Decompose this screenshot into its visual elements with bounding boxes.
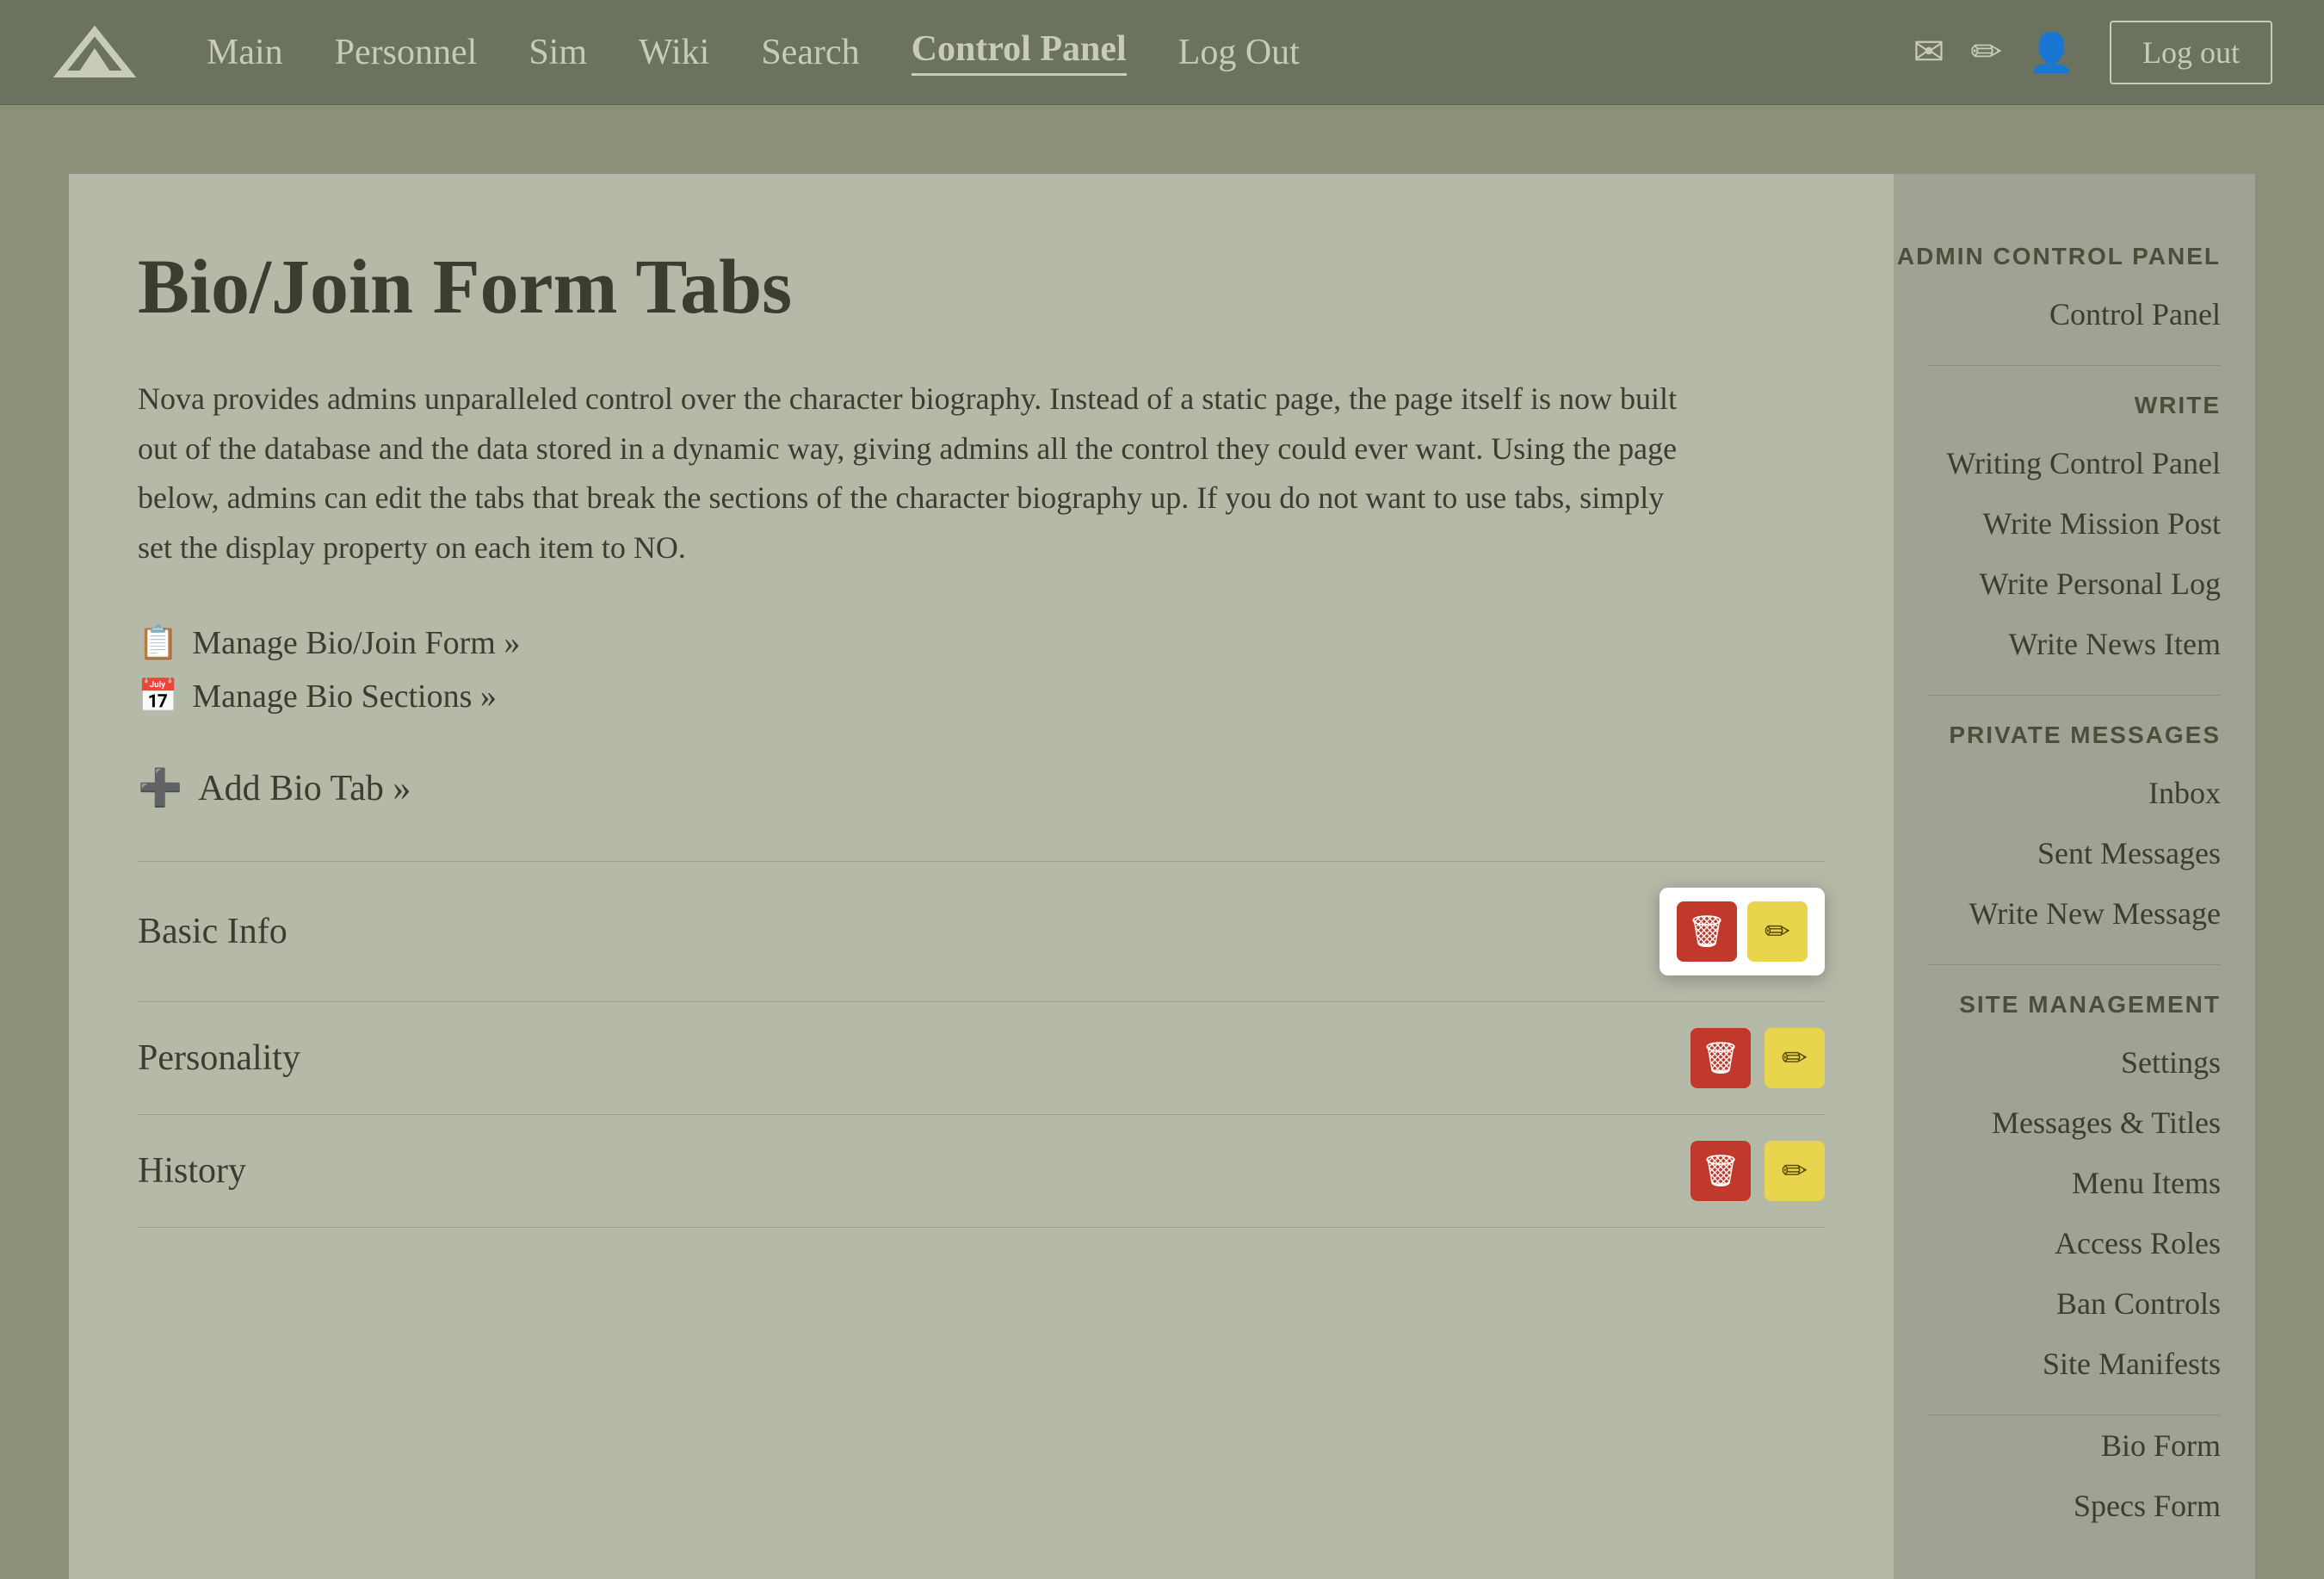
nav-logout[interactable]: Log Out [1178,32,1300,73]
nav-control-panel[interactable]: Control Panel [912,28,1127,76]
edit-button[interactable]: ✏ [1765,1141,1825,1201]
pencil-icon[interactable]: ✏ [1970,30,2002,74]
table-row: Personality 🗑 ✏ [138,1002,1825,1115]
page-description: Nova provides admins unparalleled contro… [138,375,1687,573]
main-nav: Main Personnel Sim Wiki Search Control P… [0,0,2324,105]
nav-wiki[interactable]: Wiki [639,32,709,73]
bio-sections-icon: 📅 [138,678,178,715]
sidebar-write-section-title: WRITE [1894,366,2255,433]
sidebar-item-write-new-message[interactable]: Write New Message [1894,883,2255,944]
sidebar-item-write-personal-log[interactable]: Write Personal Log [1894,554,2255,614]
table-row: History 🗑 ✏ [138,1115,1825,1228]
bio-form-icon: 📋 [138,624,178,662]
action-popup: 🗑 ✏ [1660,888,1825,975]
logout-button[interactable]: Log out [2110,21,2272,84]
sidebar-item-sent-messages[interactable]: Sent Messages [1894,823,2255,883]
nav-sim[interactable]: Sim [528,32,587,73]
add-icon: ➕ [138,767,182,809]
sidebar-item-messages-titles[interactable]: Messages & Titles [1894,1093,2255,1153]
sidebar-item-access-roles[interactable]: Access Roles [1894,1213,2255,1273]
delete-button[interactable]: 🗑 [1690,1141,1751,1201]
envelope-icon[interactable]: ✉ [1913,30,1944,74]
bio-tab-name: History [138,1150,246,1192]
edit-button[interactable]: ✏ [1765,1028,1825,1088]
nav-personnel[interactable]: Personnel [335,32,478,73]
edit-button[interactable]: ✏ [1747,901,1808,962]
sidebar-item-write-mission-post[interactable]: Write Mission Post [1894,493,2255,554]
logo[interactable] [52,22,138,83]
nav-search[interactable]: Search [761,32,859,73]
sidebar-item-specs-form[interactable]: Specs Form [1894,1476,2255,1536]
manage-bio-form-row: 📋 Manage Bio/Join Form » [138,624,1825,662]
add-bio-tab-link[interactable]: Add Bio Tab » [198,768,411,809]
nav-links: Main Personnel Sim Wiki Search Control P… [207,28,1913,76]
sidebar-pm-section-title: PRIVATE MESSAGES [1894,696,2255,763]
sidebar-item-menu-items[interactable]: Menu Items [1894,1153,2255,1213]
bio-tabs-list: Basic Info 🗑 ✏ Personality 🗑 ✏ History 🗑 [138,861,1825,1228]
bio-tab-name: Personality [138,1037,300,1079]
sidebar-sitemanagement-section-title: SITE MANAGEMENT [1894,965,2255,1032]
add-bio-tab-row: ➕ Add Bio Tab » [138,767,1825,809]
bio-tab-actions: 🗑 ✏ [1690,1141,1825,1201]
main-container: Bio/Join Form Tabs Nova provides admins … [69,174,2255,1579]
sidebar-item-site-manifests[interactable]: Site Manifests [1894,1334,2255,1394]
sidebar-item-write-news-item[interactable]: Write News Item [1894,614,2255,674]
delete-button[interactable]: 🗑 [1690,1028,1751,1088]
sidebar-item-settings[interactable]: Settings [1894,1032,2255,1093]
nav-icon-group: ✉ ✏ 👤 [1913,30,2075,75]
page-title: Bio/Join Form Tabs [138,243,1825,331]
manage-bio-sections-link[interactable]: Manage Bio Sections » [192,678,497,715]
bio-tab-name: Basic Info [138,911,287,952]
manage-bio-sections-row: 📅 Manage Bio Sections » [138,678,1825,715]
sidebar-item-ban-controls[interactable]: Ban Controls [1894,1273,2255,1334]
sidebar-item-writing-control-panel[interactable]: Writing Control Panel [1894,433,2255,493]
sidebar-item-control-panel[interactable]: Control Panel [1894,284,2255,344]
manage-links: 📋 Manage Bio/Join Form » 📅 Manage Bio Se… [138,624,1825,715]
delete-button[interactable]: 🗑 [1677,901,1737,962]
sidebar-admin-section-title: ADMIN CONTROL PANEL [1894,217,2255,284]
bio-tab-actions: 🗑 ✏ [1690,1028,1825,1088]
manage-bio-form-link[interactable]: Manage Bio/Join Form » [192,624,520,662]
nav-main[interactable]: Main [207,32,283,73]
content-area: Bio/Join Form Tabs Nova provides admins … [69,174,1894,1579]
user-circle-icon[interactable]: 👤 [2028,30,2075,75]
table-row: Basic Info 🗑 ✏ [138,861,1825,1002]
sidebar-item-bio-form[interactable]: Bio Form [1894,1415,2255,1476]
sidebar-item-inbox[interactable]: Inbox [1894,763,2255,823]
sidebar: ADMIN CONTROL PANEL Control Panel WRITE … [1894,174,2255,1579]
